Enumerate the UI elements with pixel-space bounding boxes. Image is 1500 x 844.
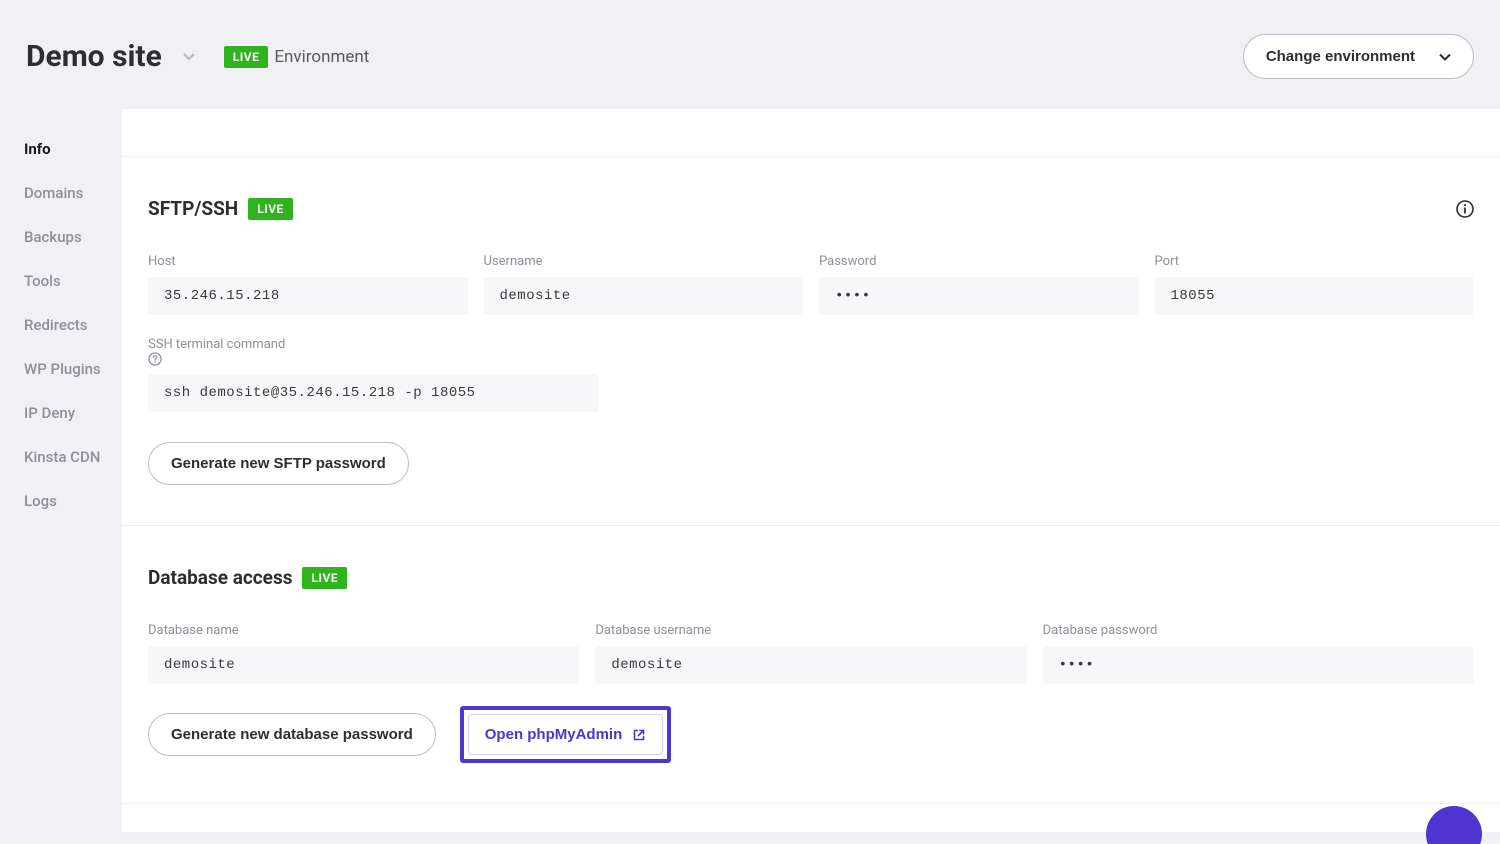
sftp-live-badge: LIVE: [248, 198, 293, 220]
generate-db-password-button[interactable]: Generate new database password: [148, 713, 436, 756]
change-environment-button[interactable]: Change environment: [1243, 34, 1474, 79]
db-password-value[interactable]: ••••: [1043, 646, 1474, 684]
sidebar-item-domains[interactable]: Domains: [24, 171, 121, 215]
db-password-label: Database password: [1043, 623, 1474, 638]
sftp-username-value[interactable]: demosite: [484, 277, 804, 315]
sidebar-item-redirects[interactable]: Redirects: [24, 303, 121, 347]
sftp-host-field: Host 35.246.15.218: [148, 254, 468, 315]
sidebar-item-logs[interactable]: Logs: [24, 479, 121, 523]
db-username-field: Database username demosite: [595, 623, 1026, 684]
sftp-title: SFTP/SSH: [148, 197, 238, 220]
database-section: Database access LIVE Database name demos…: [122, 526, 1500, 804]
ssh-command-value[interactable]: ssh demosite@35.246.15.218 -p 18055: [148, 374, 598, 412]
database-title: Database access: [148, 566, 292, 589]
db-username-label: Database username: [595, 623, 1026, 638]
sidebar: Info Domains Backups Tools Redirects WP …: [0, 109, 121, 833]
site-title: Demo site: [26, 39, 162, 74]
phpmyadmin-highlight: Open phpMyAdmin: [460, 706, 672, 763]
ssh-command-field: SSH terminal command ssh demosite@35.246…: [148, 337, 1474, 412]
sftp-password-value[interactable]: ••••: [819, 277, 1139, 315]
sidebar-item-kinsta-cdn[interactable]: Kinsta CDN: [24, 435, 121, 479]
change-environment-label: Change environment: [1266, 48, 1415, 65]
sidebar-item-wp-plugins[interactable]: WP Plugins: [24, 347, 121, 391]
sftp-port-label: Port: [1155, 254, 1475, 269]
db-password-field: Database password ••••: [1043, 623, 1474, 684]
ssh-help-icon[interactable]: [148, 352, 1474, 366]
sftp-password-field: Password ••••: [819, 254, 1139, 315]
sftp-help-icon[interactable]: [1456, 200, 1474, 218]
environment-label: Environment: [274, 47, 369, 67]
db-name-label: Database name: [148, 623, 579, 638]
db-name-field: Database name demosite: [148, 623, 579, 684]
db-username-value[interactable]: demosite: [595, 646, 1026, 684]
sftp-section: SFTP/SSH LIVE Host 35.246.15.218 Usernam…: [122, 157, 1500, 526]
sftp-username-label: Username: [484, 254, 804, 269]
open-phpmyadmin-button[interactable]: Open phpMyAdmin: [468, 714, 664, 755]
site-dropdown-chevron-icon[interactable]: [182, 50, 196, 64]
live-badge: LIVE: [224, 46, 269, 68]
main-content: SFTP/SSH LIVE Host 35.246.15.218 Usernam…: [121, 109, 1500, 833]
top-strip: [122, 109, 1500, 157]
sftp-username-field: Username demosite: [484, 254, 804, 315]
db-name-value[interactable]: demosite: [148, 646, 579, 684]
sidebar-item-tools[interactable]: Tools: [24, 259, 121, 303]
external-link-icon: [632, 728, 646, 742]
sidebar-item-info[interactable]: Info: [24, 127, 121, 171]
sftp-port-value[interactable]: 18055: [1155, 277, 1475, 315]
database-live-badge: LIVE: [302, 567, 347, 589]
sidebar-item-backups[interactable]: Backups: [24, 215, 121, 259]
generate-sftp-password-button[interactable]: Generate new SFTP password: [148, 442, 409, 485]
sidebar-item-ip-deny[interactable]: IP Deny: [24, 391, 121, 435]
sftp-host-value[interactable]: 35.246.15.218: [148, 277, 468, 315]
page-header: Demo site LIVE Environment Change enviro…: [0, 0, 1500, 109]
sftp-host-label: Host: [148, 254, 468, 269]
ssh-command-label: SSH terminal command: [148, 337, 1474, 366]
sftp-port-field: Port 18055: [1155, 254, 1475, 315]
chevron-down-icon: [1439, 53, 1451, 61]
sftp-password-label: Password: [819, 254, 1139, 269]
